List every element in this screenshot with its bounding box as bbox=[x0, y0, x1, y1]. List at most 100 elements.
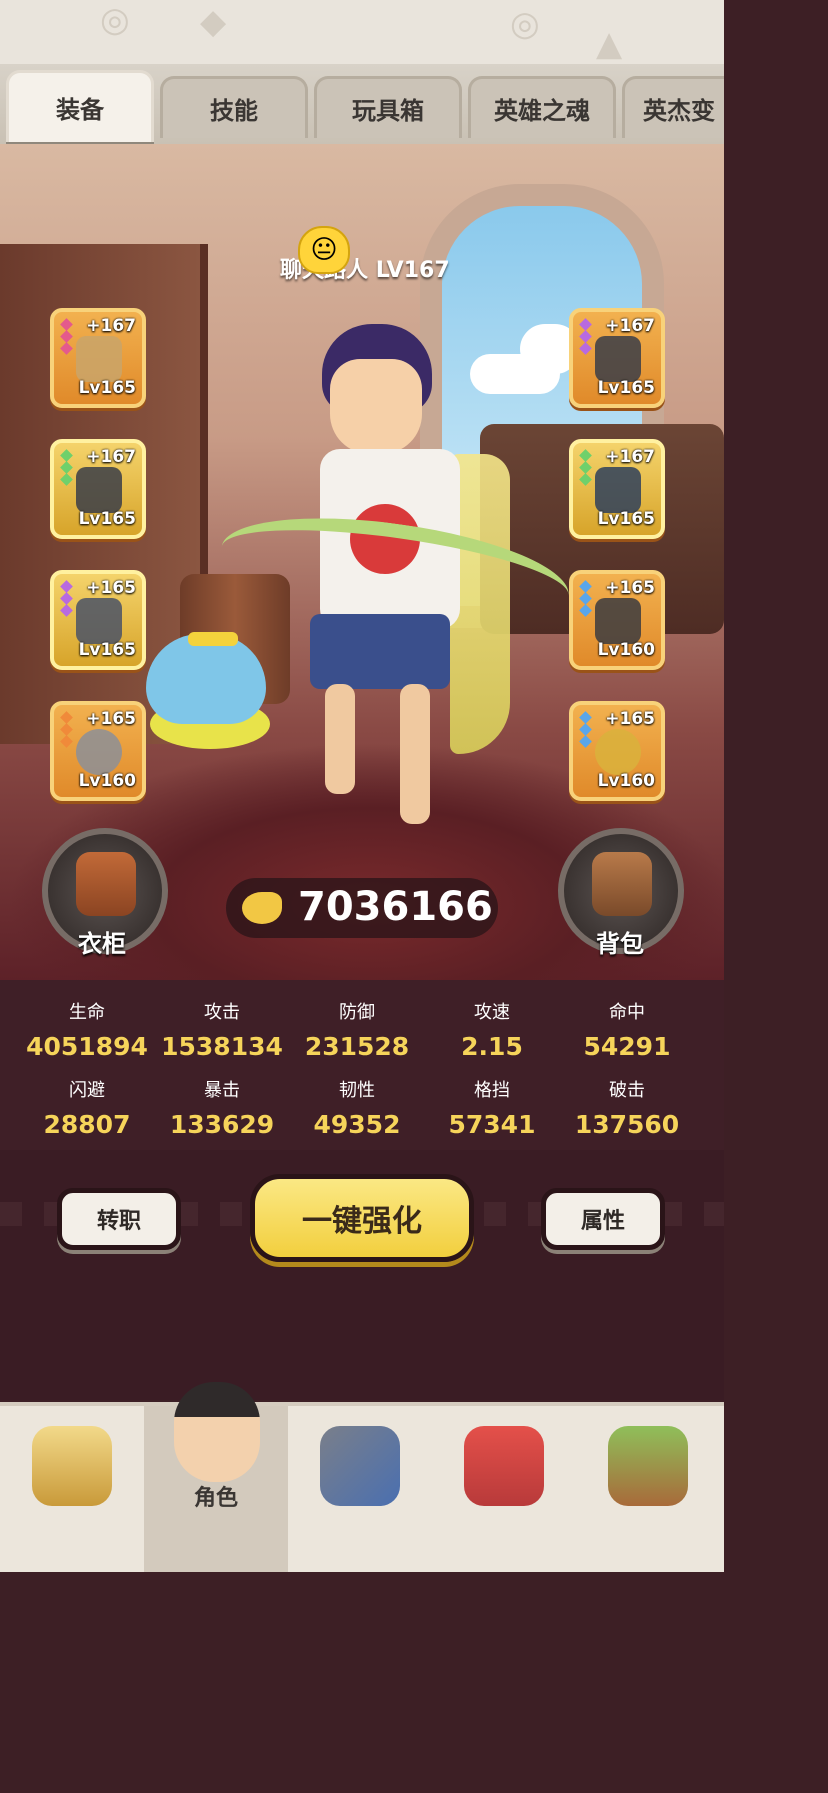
helmet-icon bbox=[76, 467, 122, 513]
tab-label: 英杰变 bbox=[643, 97, 715, 125]
stat-value: 57341 bbox=[448, 1110, 536, 1139]
character-model[interactable] bbox=[215, 304, 580, 864]
stat-hp: 生命 4051894 bbox=[17, 998, 157, 1061]
stat-value: 4051894 bbox=[26, 1032, 148, 1061]
sunglasses bbox=[188, 632, 238, 646]
claw-icon bbox=[595, 336, 641, 382]
necklace-icon bbox=[595, 729, 641, 775]
stat-label: 攻击 bbox=[204, 1002, 240, 1023]
character-avatar-icon bbox=[174, 1382, 260, 1482]
item-level: Lv165 bbox=[597, 378, 655, 398]
stat-defense: 防御 231528 bbox=[287, 998, 427, 1061]
item-level: Lv165 bbox=[78, 509, 136, 529]
gem-indicator bbox=[60, 580, 73, 617]
pet-dino-icon bbox=[464, 1426, 544, 1506]
character-scene: 聊天路人 LV167 😐 +167 Lv165 +167 Lv165 +165 … bbox=[0, 144, 724, 980]
equip-slot-boots[interactable]: +165 Lv160 bbox=[569, 570, 665, 670]
tab-label: 技能 bbox=[210, 97, 258, 125]
equip-slot-gauntlet[interactable]: +165 Lv165 bbox=[50, 570, 146, 670]
tab-bar: 装备 技能 玩具箱 英雄之魂 英杰变 bbox=[0, 64, 724, 144]
stat-label: 攻速 bbox=[474, 1002, 510, 1023]
backpack-icon bbox=[592, 852, 652, 916]
gauntlet-icon bbox=[76, 598, 122, 644]
tab-skills[interactable]: 技能 bbox=[160, 76, 308, 138]
equip-slot-ring[interactable]: +165 Lv160 bbox=[50, 701, 146, 801]
pet-model[interactable] bbox=[146, 632, 266, 724]
wardrobe-label: 衣柜 bbox=[78, 930, 126, 958]
emoji: 😐 bbox=[310, 235, 338, 265]
stats-panel: 生命 4051894 攻击 1538134 防御 231528 攻速 2.15 命中 54… bbox=[0, 980, 724, 1150]
gem-indicator bbox=[579, 711, 592, 748]
tab-label: 玩具箱 bbox=[352, 97, 424, 125]
tab-equipment[interactable]: 装备 bbox=[6, 70, 154, 142]
enhance-level: +165 bbox=[605, 709, 655, 729]
transfer-job-button[interactable]: 转职 bbox=[57, 1188, 181, 1250]
totem-icon bbox=[608, 1426, 688, 1506]
button-label: 转职 bbox=[96, 1209, 141, 1234]
tab-hero-soul[interactable]: 英雄之魂 bbox=[468, 76, 616, 138]
stat-attack: 攻击 1538134 bbox=[152, 998, 292, 1061]
item-level: Lv165 bbox=[78, 378, 136, 398]
stat-label: 闪避 bbox=[69, 1080, 105, 1101]
equip-slot-offhand[interactable]: +167 Lv165 bbox=[569, 308, 665, 408]
stat-label: 暴击 bbox=[204, 1080, 240, 1101]
stat-value: 133629 bbox=[169, 1110, 275, 1139]
ring-icon bbox=[76, 729, 122, 775]
stat-value: 49352 bbox=[313, 1110, 401, 1139]
action-row: 转职 一键强化 属性 bbox=[0, 1150, 724, 1400]
enhance-level: +167 bbox=[86, 316, 136, 336]
stat-crit: 暴击 133629 bbox=[152, 1076, 292, 1139]
stat-label: 破击 bbox=[609, 1080, 645, 1101]
boots-icon bbox=[595, 598, 641, 644]
equip-slot-necklace[interactable]: +165 Lv160 bbox=[569, 701, 665, 801]
item-level: Lv165 bbox=[597, 509, 655, 529]
swirl-decoration-icon: ◎ bbox=[510, 4, 540, 44]
button-label: 一键强化 bbox=[302, 1204, 422, 1239]
nav-item-pets[interactable] bbox=[432, 1406, 576, 1572]
gem-indicator bbox=[60, 711, 73, 748]
stat-value: 137560 bbox=[574, 1110, 680, 1139]
sword-shield-icon bbox=[320, 1426, 400, 1506]
equip-slot-weapon[interactable]: +167 Lv165 bbox=[50, 308, 146, 408]
stat-value: 2.15 bbox=[461, 1032, 523, 1061]
attributes-button[interactable]: 属性 bbox=[541, 1188, 665, 1250]
gem-indicator bbox=[60, 318, 73, 355]
item-level: Lv160 bbox=[78, 771, 136, 791]
item-level: Lv160 bbox=[597, 771, 655, 791]
nav-item-totem[interactable] bbox=[576, 1406, 720, 1572]
stat-label: 生命 bbox=[69, 1002, 105, 1023]
enhance-all-button[interactable]: 一键强化 bbox=[250, 1174, 474, 1262]
bottom-nav: 角色 bbox=[0, 1382, 724, 1572]
nav-item-character[interactable]: 角色 bbox=[144, 1382, 288, 1572]
gem-indicator bbox=[579, 580, 592, 617]
armor-icon bbox=[595, 467, 641, 513]
coin-icon bbox=[242, 892, 282, 924]
stat-accuracy: 命中 54291 bbox=[557, 998, 697, 1061]
enhance-level: +165 bbox=[86, 709, 136, 729]
tab-hero-transform[interactable]: 英杰变 bbox=[622, 76, 724, 138]
equip-slot-armor[interactable]: +167 Lv165 bbox=[569, 439, 665, 539]
stat-value: 28807 bbox=[43, 1110, 131, 1139]
enhance-level: +165 bbox=[605, 578, 655, 598]
top-bar: ◎ ◆ ◎ ▲ bbox=[0, 0, 724, 67]
stat-label: 防御 bbox=[339, 1002, 375, 1023]
tab-toybox[interactable]: 玩具箱 bbox=[314, 76, 462, 138]
item-level: Lv160 bbox=[597, 640, 655, 660]
leg bbox=[400, 684, 430, 824]
enhance-level: +165 bbox=[86, 578, 136, 598]
stat-value: 231528 bbox=[304, 1032, 410, 1061]
vest-icon bbox=[76, 852, 136, 916]
nav-item-heroes[interactable] bbox=[0, 1406, 144, 1572]
swirl-decoration-icon: ◎ bbox=[100, 0, 130, 40]
stat-value: 1538134 bbox=[161, 1032, 283, 1061]
gold-value: 7036166 bbox=[298, 884, 493, 930]
equip-slot-helmet[interactable]: +167 Lv165 bbox=[50, 439, 146, 539]
nav-label: 角色 bbox=[193, 1486, 238, 1511]
nav-item-equipment[interactable] bbox=[288, 1406, 432, 1572]
bow-icon bbox=[76, 336, 122, 382]
player-level: LV167 bbox=[375, 258, 450, 283]
button-label: 属性 bbox=[580, 1209, 625, 1234]
gem-indicator bbox=[579, 318, 592, 355]
lion-mask-icon bbox=[32, 1426, 112, 1506]
stat-label: 命中 bbox=[609, 1002, 645, 1023]
